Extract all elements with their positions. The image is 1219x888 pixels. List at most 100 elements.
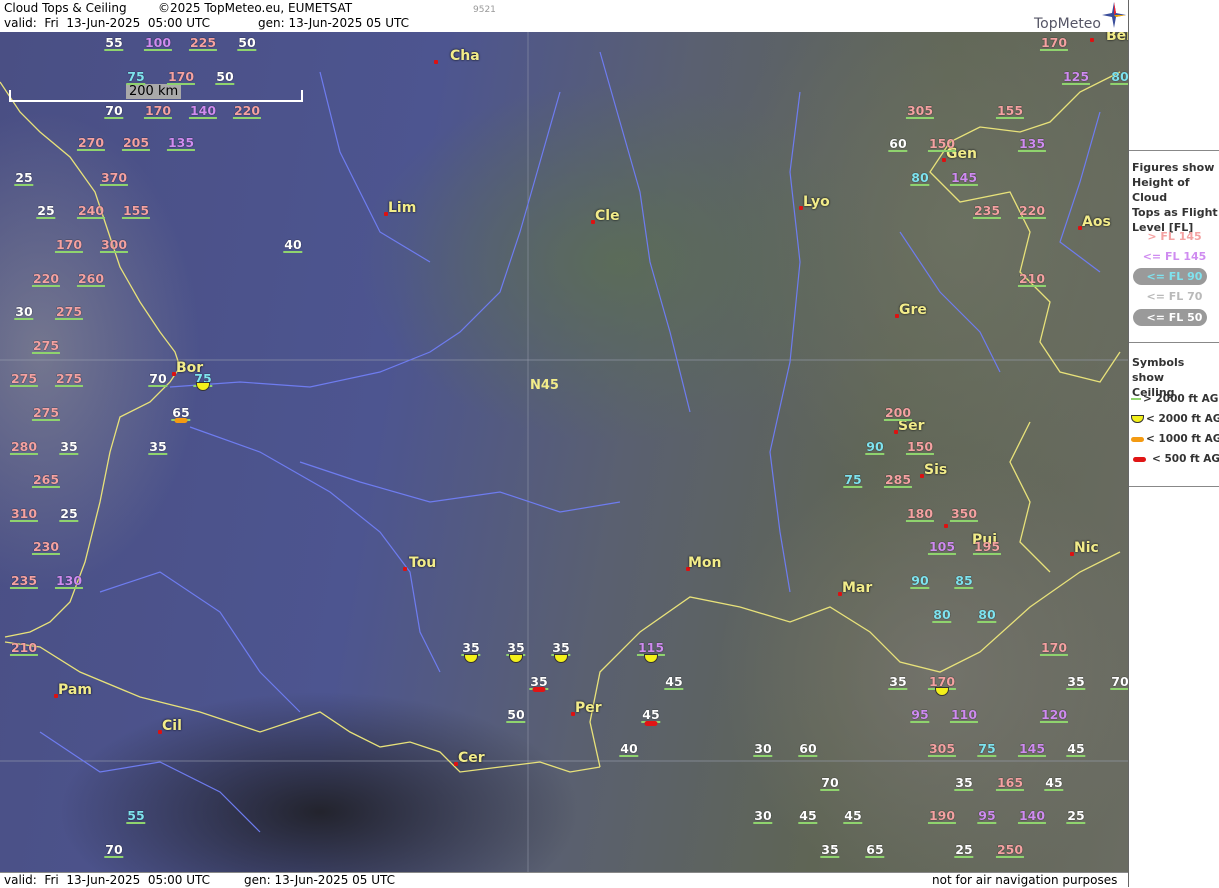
footer-disclaimer: not for air navigation purposes — [932, 873, 1118, 887]
cloud-top-flight-level: 35 — [148, 439, 168, 455]
cloud-top-flight-level: 25 — [954, 842, 974, 858]
valid-time: valid: Fri 13-Jun-2025 05:00 UTC — [4, 16, 211, 30]
cloud-top-flight-level: 275 — [31, 338, 61, 354]
cloud-top-flight-level: 170 — [1039, 35, 1069, 51]
city-label: Cle — [595, 208, 620, 224]
cloud-top-flight-level: 130 — [54, 573, 84, 589]
legend-level-le70: <= FL 70 — [1146, 290, 1203, 303]
cloud-top-flight-level: 370 — [99, 170, 129, 186]
cloud-top-flight-level: 190 — [927, 808, 957, 824]
river-garonne — [189, 426, 441, 673]
cloud-top-flight-level: 310 — [9, 506, 39, 522]
cloud-top-flight-level: 50 — [506, 707, 526, 723]
cloud-top-flight-level: 170 — [1039, 640, 1069, 656]
cloud-top-flight-level: 270 — [76, 135, 106, 151]
city-label: Aos — [1082, 214, 1111, 230]
cloud-top-flight-level: 25 — [59, 506, 79, 522]
cloud-top-flight-level: 165 — [995, 775, 1025, 791]
cloud-top-flight-level: 150 — [927, 136, 957, 152]
city-label: Sis — [924, 462, 948, 478]
cloud-top-flight-level: 25 — [36, 203, 56, 219]
cloud-top-flight-level: 45 — [798, 808, 818, 824]
cloud-top-flight-level: 235 — [9, 573, 39, 589]
cloud-top-flight-level: 280 — [9, 439, 39, 455]
scale-bar-label: 200 km — [126, 84, 182, 99]
legend-symbols-line-1: Symbols show — [1132, 356, 1185, 384]
legend-level-le90: <= FL 90 — [1146, 270, 1203, 283]
cloud-top-flight-level: 35 — [59, 439, 79, 455]
cloud-top-flight-level: 225 — [188, 35, 218, 51]
legend-panel: Figures show Height of Cloud Tops as Fli… — [1128, 0, 1219, 887]
ceiling-red-icon — [644, 721, 658, 726]
cloud-top-flight-level: 275 — [54, 371, 84, 387]
gen-time: gen: 13-Jun-2025 05 UTC — [258, 16, 410, 30]
city-marker — [944, 524, 948, 528]
river-rhone — [769, 91, 801, 593]
cloud-top-flight-level: 170 — [166, 69, 196, 85]
legend-level-le50: <= FL 50 — [1146, 311, 1203, 324]
cloud-top-flight-level: 30 — [14, 304, 34, 320]
cloud-top-flight-level: 305 — [905, 103, 935, 119]
cloud-top-flight-level: 35 — [888, 674, 908, 690]
cloud-top-flight-level: 140 — [1017, 808, 1047, 824]
cloud-top-flight-level: 135 — [1017, 136, 1047, 152]
cloud-top-flight-level: 155 — [121, 203, 151, 219]
cloud-top-flight-level: 285 — [883, 472, 913, 488]
cloud-top-flight-level: 220 — [1017, 203, 1047, 219]
cloud-top-flight-level: 35 — [1066, 674, 1086, 690]
river-po — [1059, 111, 1101, 273]
cloud-top-flight-level: 45 — [843, 808, 863, 824]
cloud-top-flight-level: 95 — [910, 707, 930, 723]
cloud-top-flight-level: 60 — [798, 741, 818, 757]
copyright: ©2025 TopMeteo.eu, EUMETSAT — [158, 1, 353, 15]
cloud-top-flight-level: 125 — [1061, 69, 1091, 85]
cloud-top-flight-level: 195 — [972, 539, 1002, 555]
cloud-top-flight-level: 180 — [905, 506, 935, 522]
legend-figures-line-2: Height of Cloud — [1132, 176, 1190, 204]
cloud-top-flight-level: 70 — [820, 775, 840, 791]
cloud-top-flight-level: 75 — [843, 472, 863, 488]
city-label: Cer — [458, 750, 485, 766]
cloud-top-flight-level: 305 — [927, 741, 957, 757]
satellite-map[interactable]: 200 km N45 ChaBerGenLimCleLyoAosGreBorSe… — [0, 32, 1128, 872]
legend-symbol-yellow: < 2000 ft AGL — [1131, 413, 1219, 425]
city-label: Cil — [162, 718, 182, 734]
cloud-top-flight-level: 145 — [1017, 741, 1047, 757]
city-label: Cha — [450, 48, 480, 64]
footer-valid-time: valid: Fri 13-Jun-2025 05:00 UTC — [4, 873, 211, 887]
cloud-top-flight-level: 90 — [865, 439, 885, 455]
cloud-top-flight-level: 265 — [31, 472, 61, 488]
city-label: Tou — [409, 555, 437, 571]
cloud-top-flight-level: 170 — [54, 237, 84, 253]
city-label: Per — [575, 700, 602, 716]
cloud-top-flight-level: 145 — [949, 170, 979, 186]
yellow-half-circle-icon — [1131, 415, 1144, 423]
legend-figures-line-3: Tops as Flight — [1132, 206, 1218, 219]
top-header: Cloud Tops & Ceiling ©2025 TopMeteo.eu, … — [0, 0, 1128, 32]
cloud-top-flight-level: 65 — [865, 842, 885, 858]
cloud-top-flight-level: 275 — [9, 371, 39, 387]
city-label: Pam — [58, 682, 92, 698]
cloud-top-flight-level: 200 — [883, 405, 913, 421]
cloud-top-flight-level: 70 — [104, 842, 124, 858]
cloud-top-flight-level: 140 — [188, 103, 218, 119]
cloud-top-flight-level: 85 — [954, 573, 974, 589]
river-lot — [299, 461, 621, 513]
cloud-top-flight-level: 350 — [949, 506, 979, 522]
map-id: 9521 — [473, 5, 496, 15]
orange-bar-icon — [1131, 436, 1144, 442]
cloud-top-flight-level: 80 — [1110, 69, 1128, 85]
cloud-top-flight-level: 80 — [932, 607, 952, 623]
cloud-top-flight-level: 210 — [1017, 271, 1047, 287]
cloud-top-flight-level: 25 — [14, 170, 34, 186]
cloud-top-flight-level: 50 — [237, 35, 257, 51]
city-label: Mon — [688, 555, 722, 571]
cloud-top-flight-level: 45 — [1066, 741, 1086, 757]
cloud-top-flight-level: 240 — [76, 203, 106, 219]
cloud-top-flight-level: 25 — [1066, 808, 1086, 824]
topmeteo-logo: TopMeteo — [1034, 16, 1101, 32]
cloud-top-flight-level: 60 — [888, 136, 908, 152]
cloud-top-flight-level: 75 — [126, 69, 146, 85]
cloud-top-flight-level: 210 — [9, 640, 39, 656]
ceiling-red-icon — [532, 687, 546, 692]
